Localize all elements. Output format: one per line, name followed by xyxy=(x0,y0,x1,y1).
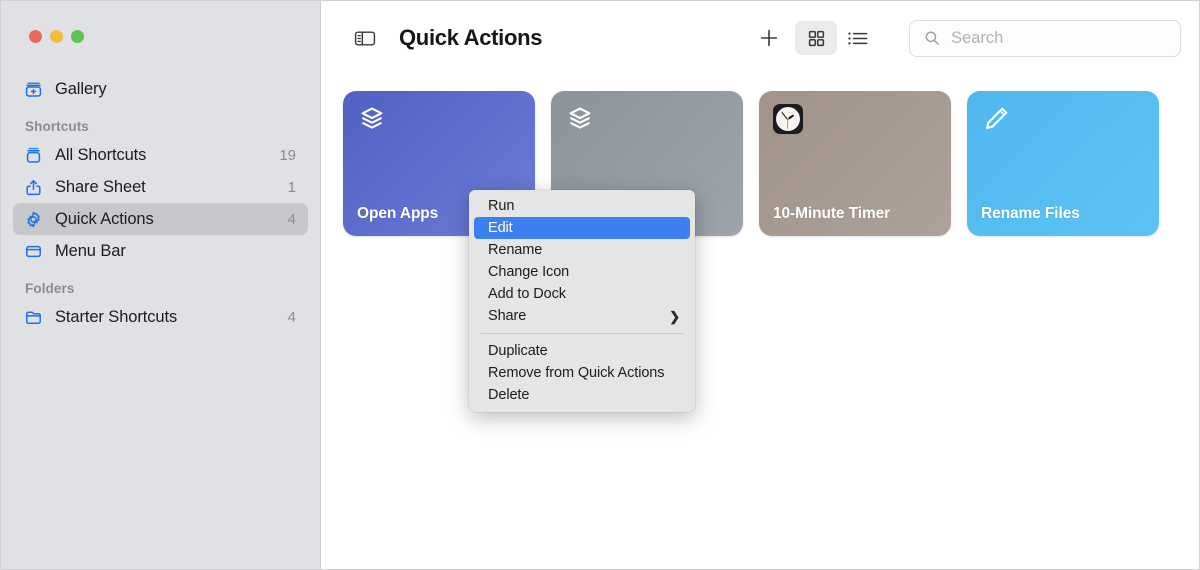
sidebar-section-title-shortcuts: Shortcuts xyxy=(25,119,89,134)
context-menu-item-edit[interactable]: Edit xyxy=(474,217,690,239)
shortcut-tile-rename-files[interactable]: Rename Files xyxy=(967,91,1159,236)
share-icon xyxy=(23,177,43,197)
pencil-icon xyxy=(981,104,1013,136)
sidebar-item-count: 4 xyxy=(287,308,296,326)
sidebar-item-label: Menu Bar xyxy=(55,241,126,260)
sidebar-item-count: 4 xyxy=(287,210,296,228)
shortcut-tile-10-minute-timer[interactable]: 10-Minute Timer xyxy=(759,91,951,236)
layers-icon xyxy=(357,104,389,136)
context-menu-item-label: Remove from Quick Actions xyxy=(488,365,665,381)
context-menu-item-label: Add to Dock xyxy=(488,286,566,302)
context-menu-item-label: Run xyxy=(488,198,515,214)
context-menu-item-label: Change Icon xyxy=(488,264,570,280)
layers-icon xyxy=(565,104,597,136)
context-menu-item-change-icon[interactable]: Change Icon xyxy=(474,261,690,283)
minimize-window-button[interactable] xyxy=(50,30,63,43)
menubar-icon xyxy=(23,241,43,261)
context-menu-item-label: Edit xyxy=(488,220,513,236)
context-menu-item-add-to-dock[interactable]: Add to Dock xyxy=(474,283,690,305)
toolbar: Quick Actions xyxy=(321,1,1199,75)
sidebar-list: Gallery Shortcuts All Shortcuts 19 Share… xyxy=(1,43,320,333)
search-input[interactable] xyxy=(951,28,1170,48)
zoom-window-button[interactable] xyxy=(71,30,84,43)
context-menu-item-run[interactable]: Run xyxy=(474,195,690,217)
sidebar-item-label: Gallery xyxy=(55,79,107,98)
context-menu-item-rename[interactable]: Rename xyxy=(474,239,690,261)
sidebar-section-title-folders: Folders xyxy=(25,281,75,296)
sidebar-item-quick-actions[interactable]: Quick Actions 4 xyxy=(13,203,308,235)
sidebar-item-label: Share Sheet xyxy=(55,177,146,196)
context-menu-item-duplicate[interactable]: Duplicate xyxy=(474,340,690,362)
sidebar-item-count: 19 xyxy=(279,146,296,164)
folder-icon xyxy=(23,307,43,327)
archive-box-icon xyxy=(23,145,43,165)
shortcut-tile-label: Rename Files xyxy=(981,205,1080,222)
sidebar: Gallery Shortcuts All Shortcuts 19 Share… xyxy=(1,1,321,569)
context-menu-item-share[interactable]: Share ❯ xyxy=(474,305,690,327)
search-icon xyxy=(924,30,940,46)
plus-icon[interactable] xyxy=(753,22,785,54)
main-content: Quick Actions Search Open Apps 10-Minute… xyxy=(321,1,1199,569)
traffic-lights xyxy=(1,1,320,43)
sidebar-item-share-sheet[interactable]: Share Sheet 1 xyxy=(13,171,308,203)
shortcut-tile-label: 10-Minute Timer xyxy=(773,205,891,222)
close-window-button[interactable] xyxy=(29,30,42,43)
sidebar-item-all-shortcuts[interactable]: All Shortcuts 19 xyxy=(13,139,308,171)
chevron-right-icon: ❯ xyxy=(669,308,680,324)
shortcuts-grid: Open Apps 10-Minute Timer Rename Files xyxy=(321,75,1199,236)
context-menu-item-label: Duplicate xyxy=(488,343,548,359)
context-menu-item-label: Delete xyxy=(488,387,530,403)
gear-icon xyxy=(23,209,43,229)
context-menu-item-remove-from-quick-actions[interactable]: Remove from Quick Actions xyxy=(474,362,690,384)
search-field[interactable] xyxy=(909,19,1181,57)
context-menu-item-label: Share xyxy=(488,308,527,324)
context-menu-item-label: Rename xyxy=(488,242,543,258)
sidebar-item-starter-shortcuts[interactable]: Starter Shortcuts 4 xyxy=(13,301,308,333)
list-view-icon[interactable] xyxy=(837,21,879,55)
shortcuts-app-window: Gallery Shortcuts All Shortcuts 19 Share… xyxy=(0,0,1200,570)
sidebar-item-label: All Shortcuts xyxy=(55,145,147,164)
sidebar-item-label: Starter Shortcuts xyxy=(55,307,178,326)
page-title: Quick Actions xyxy=(399,25,543,50)
gallery-icon xyxy=(23,79,43,99)
context-menu-separator xyxy=(481,333,683,334)
sidebar-item-count: 1 xyxy=(287,178,296,196)
grid-view-icon[interactable] xyxy=(795,21,837,55)
sidebar-item-menu-bar[interactable]: Menu Bar xyxy=(13,235,308,267)
sidebar-item-gallery[interactable]: Gallery xyxy=(13,73,308,105)
context-menu: Run Edit Rename Change Icon Add to Dock … xyxy=(469,190,695,412)
clock-app-icon xyxy=(773,104,805,136)
sidebar-toggle-icon[interactable] xyxy=(351,24,379,52)
context-menu-item-delete[interactable]: Delete xyxy=(474,384,690,406)
sidebar-item-label: Quick Actions xyxy=(55,209,154,228)
